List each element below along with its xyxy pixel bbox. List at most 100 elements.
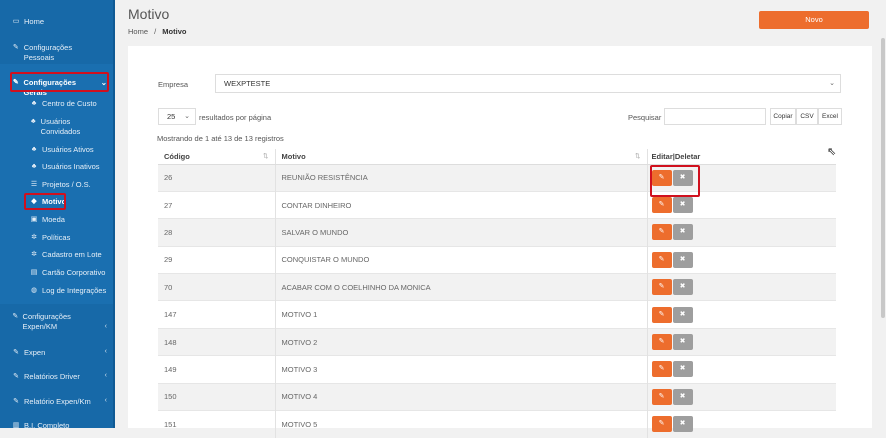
cell-actions: ✎ ✖ <box>646 300 836 329</box>
cell-actions: ✎ ✖ <box>646 218 836 247</box>
breadcrumb-current: Motivo <box>162 27 187 36</box>
excel-button[interactable]: Excel <box>818 108 842 125</box>
sidebar-item-usuarios-inativos[interactable]: ♣ Usuários Inativos <box>30 162 100 172</box>
users-icon: ♣ <box>31 146 37 153</box>
sort-icon: ⇅ <box>263 153 269 160</box>
edit-button[interactable]: ✎ <box>651 251 672 268</box>
cell-codigo: 149 <box>158 355 275 384</box>
sidebar-item-centro-de-custo[interactable]: ♣ Centro de Custo <box>30 99 97 109</box>
table-row: 148 MOTIVO 2 ✎ ✖ <box>158 327 836 356</box>
col-header-codigo[interactable]: Código ⇅ <box>158 149 275 165</box>
sidebar-item-label: Relatório Expen/Km <box>24 397 91 406</box>
page-size-label: resultados por página <box>199 113 272 122</box>
sidebar-item-moeda[interactable]: ▣ Moeda <box>30 215 65 225</box>
sidebar-item-relatorios-driver[interactable]: ✎ Relatórios Driver <box>12 372 80 382</box>
delete-button[interactable]: ✖ <box>672 388 693 405</box>
cell-motivo: MOTIVO 3 <box>274 355 647 384</box>
page-size-select[interactable]: 25 ⌄ <box>158 108 196 125</box>
col-header-label: Editar|Deletar <box>651 151 701 161</box>
delete-button[interactable]: ✖ <box>672 416 693 433</box>
col-header-label: Código <box>164 151 190 161</box>
sidebar-item-projetos[interactable]: ☰ Projetos / O.S. <box>30 180 91 190</box>
edit-button[interactable]: ✎ <box>651 334 672 351</box>
edit-button[interactable]: ✎ <box>651 388 672 405</box>
edit-icon: ✎ <box>658 228 665 236</box>
delete-button[interactable]: ✖ <box>672 251 693 268</box>
edit-icon: ✎ <box>658 338 665 346</box>
sidebar-item-label: Usuários Inativos <box>42 162 100 171</box>
chart-icon: ▥ <box>12 422 20 429</box>
cell-actions: ✎ ✖ <box>646 410 836 438</box>
sidebar-item-configuracoes-pessoais[interactable]: ✎ Configurações Pessoais <box>12 43 102 63</box>
scrollbar-thumb[interactable] <box>881 38 885 318</box>
edit-button[interactable]: ✎ <box>651 306 672 323</box>
edit-button[interactable]: ✎ <box>651 361 672 378</box>
sidebar-item-usuarios-convidados[interactable]: ♣ Usuários Convidados <box>30 117 100 137</box>
edit-button[interactable]: ✎ <box>651 197 672 214</box>
sidebar-item-log-de-integracoes[interactable]: ◍ Log de Integrações <box>30 286 106 296</box>
chevron-left-icon: ‹ <box>104 348 107 355</box>
delete-button[interactable]: ✖ <box>672 361 693 378</box>
delete-button[interactable]: ✖ <box>672 279 693 296</box>
edit-icon: ✎ <box>658 255 665 263</box>
csv-button[interactable]: CSV <box>796 108 818 125</box>
sort-icon: ⇅ <box>635 153 641 160</box>
sidebar-item-cartao-corporativo[interactable]: ▤ Cartão Corporativo <box>30 268 106 278</box>
table-row: 28 SALVAR O MUNDO ✎ ✖ <box>158 218 836 247</box>
table-row: 151 MOTIVO 5 ✎ ✖ <box>158 410 836 438</box>
col-header-actions: Editar|Deletar <box>646 149 836 165</box>
sidebar-item-relatorio-expen-km[interactable]: ✎ Relatório Expen/Km <box>12 397 91 407</box>
sidebar-item-expen[interactable]: ✎ Expen <box>12 348 45 358</box>
page-header: Motivo Home / Motivo Novo <box>115 0 886 46</box>
sidebar-item-home[interactable]: ▭ Home <box>12 17 44 27</box>
delete-button[interactable]: ✖ <box>672 334 693 351</box>
search-label: Pesquisar <box>628 113 662 122</box>
edit-icon: ✎ <box>13 398 19 405</box>
table-row: 27 CONTAR DINHEIRO ✎ ✖ <box>158 190 836 219</box>
edit-icon: ✎ <box>13 373 19 380</box>
table-row: 150 MOTIVO 4 ✎ ✖ <box>158 382 836 411</box>
sidebar-item-politicas[interactable]: ✲ Políticas <box>30 233 70 243</box>
edit-button[interactable]: ✎ <box>651 224 672 241</box>
sidebar-item-label: Home <box>24 17 45 26</box>
sidebar-item-label: Moeda <box>42 215 65 224</box>
list-icon: ☰ <box>30 181 38 188</box>
edit-icon: ✎ <box>12 44 19 51</box>
cell-motivo: MOTIVO 5 <box>274 410 647 438</box>
cell-codigo: 150 <box>158 382 275 411</box>
edit-icon: ✎ <box>658 283 665 291</box>
cell-codigo: 70 <box>158 273 275 301</box>
search-input[interactable] <box>664 108 766 125</box>
highlight-box-motivo <box>24 193 66 210</box>
sidebar-item-label: Cadastro em Lote <box>42 250 102 259</box>
sidebar-item-label: Políticas <box>42 233 71 242</box>
edit-icon: ✎ <box>658 392 665 400</box>
cell-codigo: 148 <box>158 327 275 356</box>
cell-motivo: MOTIVO 4 <box>274 382 647 411</box>
edit-button[interactable]: ✎ <box>651 279 672 296</box>
delete-button[interactable]: ✖ <box>672 224 693 241</box>
chevron-down-icon: ⌄ <box>829 80 835 87</box>
breadcrumb: Home / Motivo <box>128 27 186 36</box>
copy-button[interactable]: Copiar <box>770 108 796 125</box>
delete-button[interactable]: ✖ <box>672 197 693 214</box>
cell-motivo: ACABAR COM O COELHINHO DA MONICA <box>274 273 647 301</box>
edit-button[interactable]: ✎ <box>651 416 672 433</box>
sidebar-item-configuracoes-expen-km[interactable]: ✎ Configurações Expen/KM <box>12 312 92 332</box>
sidebar-item-label: Configurações Pessoais <box>23 43 73 62</box>
main-content: Motivo Home / Motivo Novo Empresa WEXPTE… <box>115 0 886 438</box>
empresa-label: Empresa <box>158 80 189 89</box>
sidebar-item-cadastro-em-lote[interactable]: ✲ Cadastro em Lote <box>30 250 102 260</box>
sidebar-item-label: Relatórios Driver <box>24 372 80 381</box>
users-icon: ♣ <box>31 118 36 125</box>
breadcrumb-home[interactable]: Home <box>128 27 148 36</box>
col-header-motivo[interactable]: Motivo ⇅ <box>274 149 647 165</box>
table-row: 147 MOTIVO 1 ✎ ✖ <box>158 300 836 329</box>
table-info: Mostrando de 1 até 13 de 13 registros <box>157 134 284 143</box>
new-button[interactable]: Novo <box>759 11 869 29</box>
sidebar-item-bi-completo[interactable]: ▥ B.I. Completo <box>12 421 70 431</box>
empresa-select[interactable]: WEXPTESTE ⌄ <box>215 74 841 93</box>
chevron-left-icon: ‹ <box>104 397 107 404</box>
sidebar-item-usuarios-ativos[interactable]: ♣ Usuários Ativos <box>30 145 94 155</box>
delete-button[interactable]: ✖ <box>672 306 693 323</box>
